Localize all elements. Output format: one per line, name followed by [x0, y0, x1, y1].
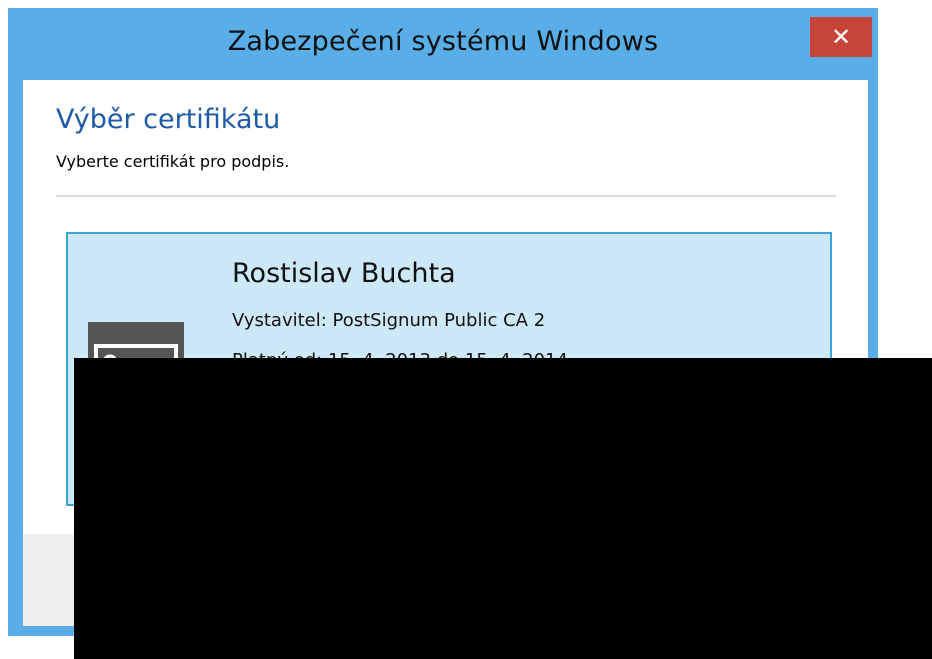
certificate-name: Rostislav Buchta	[232, 258, 456, 289]
redaction-block	[74, 358, 932, 659]
certificate-issuer: Vystavitel: PostSignum Public CA 2	[232, 310, 546, 331]
title-bar[interactable]: Zabezpečení systému Windows ✕	[8, 8, 878, 80]
close-icon: ✕	[830, 23, 852, 51]
dialog-heading: Výběr certifikátu	[56, 104, 281, 135]
divider	[56, 195, 836, 197]
dialog-subtitle: Vyberte certifikát pro podpis.	[56, 152, 290, 171]
close-button[interactable]: ✕	[810, 17, 872, 57]
window-title: Zabezpečení systému Windows	[227, 26, 659, 57]
